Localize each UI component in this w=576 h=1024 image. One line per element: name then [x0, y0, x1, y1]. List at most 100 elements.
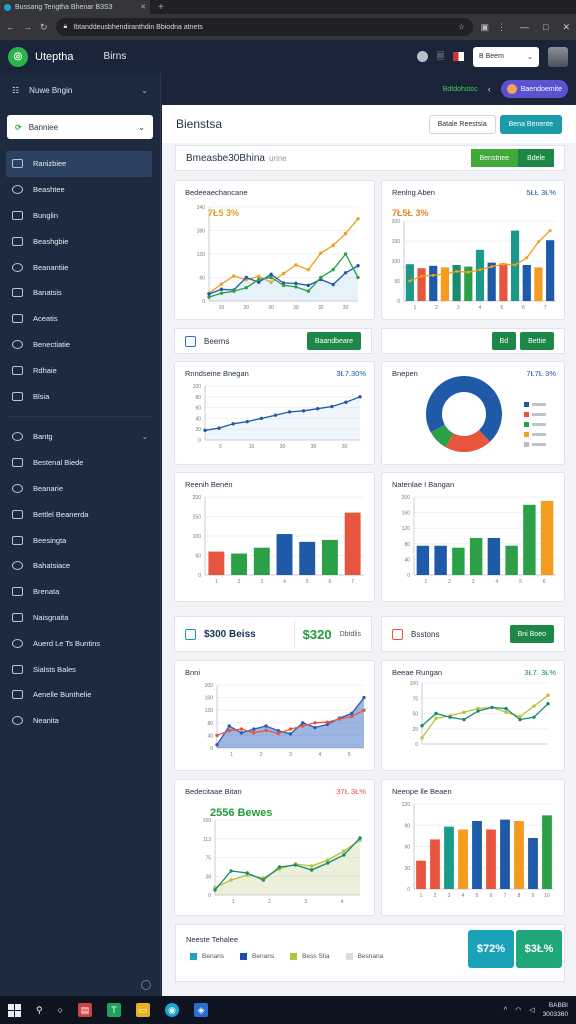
x-tick-label: 4 — [340, 899, 343, 905]
sidebar-item[interactable]: Blsia — [0, 383, 160, 409]
search-icon[interactable]: ⚲ — [36, 1005, 43, 1016]
data-point — [313, 725, 317, 730]
sidebar-item[interactable]: Beanantiie — [0, 254, 160, 280]
sidebar: ☷ Nuwe Bngin ⌄ ⟳ Banniee ⌄ Ranizbiee Beas… — [0, 73, 161, 996]
data-point — [231, 422, 235, 426]
back-arrow-icon[interactable]: ‹ — [488, 84, 491, 94]
page-title: Bienstsa — [176, 117, 223, 131]
reload-icon[interactable]: ↻ — [40, 22, 48, 33]
maximize-icon[interactable]: □ — [543, 22, 548, 32]
sidebar-item[interactable]: Brenata — [0, 579, 160, 605]
x-tick-label: 30 — [280, 444, 286, 450]
taskbar: ⚲ ○ ▤ T ▭ ◉ ◈ ^ ◠ ◁ BABBI 3003360 — [0, 996, 576, 1024]
top-link[interactable]: Bdtdohstoc — [443, 86, 478, 93]
data-point — [203, 428, 207, 432]
sidebar-section-header[interactable]: Bantg ⌄ — [0, 424, 160, 450]
kpi-tile-1[interactable]: $72% — [468, 930, 514, 968]
sidebar-item[interactable]: Beashtee — [0, 177, 160, 203]
sidebar-item[interactable]: Sialsts Bales — [0, 656, 160, 682]
data-point — [229, 878, 233, 882]
app-icon-2[interactable]: T — [107, 1003, 122, 1017]
data-point — [525, 256, 529, 260]
help-icon[interactable] — [141, 980, 151, 990]
tab-close-icon[interactable]: ✕ — [140, 3, 146, 11]
windows-start-icon[interactable] — [8, 1003, 21, 1017]
data-point — [434, 716, 438, 721]
data-point — [215, 733, 219, 738]
close-window-icon[interactable]: ✕ — [562, 22, 570, 33]
sidebar-item[interactable]: Bestenal Biede — [0, 450, 160, 476]
sidebar-item[interactable]: Benectiatie — [0, 332, 160, 358]
strip-button[interactable]: Bni Boeo — [509, 625, 554, 643]
chat-icon[interactable]: ○ — [58, 1005, 63, 1015]
bar — [430, 839, 440, 889]
segment-option-1[interactable]: Benstnee — [470, 149, 519, 167]
data-point — [259, 416, 264, 421]
y-tick-label: 160 — [402, 511, 411, 517]
data-point — [431, 273, 435, 277]
primary-button[interactable]: Bena Benente — [499, 114, 562, 134]
sidebar-item[interactable]: Auerd Le Ts Buntins — [0, 630, 160, 656]
sidebar-item-icon — [12, 664, 23, 674]
sidebar-item-icon — [12, 210, 23, 220]
sidebar-item[interactable]: Banatsis — [0, 280, 160, 306]
clock[interactable]: BABBI 3003360 — [543, 1001, 568, 1019]
sidebar-item[interactable]: Naisgnaita — [0, 605, 160, 631]
avatar[interactable] — [548, 46, 568, 67]
bar — [469, 537, 483, 575]
y-tick-label: 240 — [197, 205, 206, 211]
data-point — [227, 724, 231, 728]
sidebar-item[interactable]: Beashgbie — [0, 228, 160, 254]
folder-icon[interactable]: ▭ — [136, 1003, 151, 1017]
workspace-select[interactable]: ⟳ Banniee ⌄ — [7, 115, 153, 139]
header-select[interactable]: B Beem ⌄ — [473, 46, 539, 67]
sidebar-item[interactable]: Aenelle Bunthelie — [0, 682, 160, 708]
bar — [444, 826, 454, 889]
sidebar-item[interactable]: Aceatis — [0, 306, 160, 332]
browser-tab[interactable]: Bussang Tengtha Bhenar B3S3 ✕ — [0, 0, 150, 14]
sidebar-item[interactable]: Bahatsiace — [0, 553, 160, 579]
dashboard-icon[interactable]: 🗏︎ — [437, 49, 444, 65]
kpi-tile-2[interactable]: $3Ł% — [516, 930, 562, 968]
extension-icon[interactable]: ▣ — [481, 22, 490, 33]
data-point — [342, 853, 346, 857]
sidebar-item[interactable]: Bunglin — [0, 203, 160, 229]
sidebar-item[interactable]: Ranizbiee — [6, 151, 152, 177]
sidebar-header[interactable]: ☷ Nuwe Bngin ⌄ — [0, 73, 160, 107]
app-icon-1[interactable]: ▤ — [78, 1003, 93, 1017]
segment-option-2[interactable]: Bdele — [518, 149, 554, 167]
sidebar-item-label: Blsia — [33, 391, 50, 401]
chevron-up-icon[interactable]: ^ — [504, 1007, 507, 1014]
star-icon[interactable]: ☆ — [458, 23, 464, 31]
data-point — [490, 265, 494, 269]
sidebar-item[interactable]: Beanarie — [0, 476, 160, 502]
strip-button[interactable]: Bettie — [520, 332, 554, 350]
sidebar-item[interactable]: Neanita — [0, 708, 160, 734]
x-tick-label: 2 — [434, 893, 437, 899]
app-icon-3[interactable]: ◈ — [194, 1003, 209, 1017]
new-tab-icon[interactable]: + — [150, 2, 172, 13]
volume-icon[interactable]: ◁ — [529, 1006, 534, 1014]
data-point — [273, 413, 278, 417]
x-tick-label: 6 — [543, 579, 546, 585]
flag-icon[interactable] — [453, 52, 464, 61]
sidebar-item[interactable]: Beesingta — [0, 527, 160, 553]
user-chip-button[interactable]: Baendoemite — [500, 80, 568, 98]
strip-button[interactable]: Baandbeare — [306, 332, 361, 350]
forward-icon[interactable]: → — [23, 22, 32, 32]
bar — [452, 547, 465, 575]
data-point — [281, 271, 286, 276]
back-icon[interactable]: ← — [6, 22, 15, 32]
sidebar-item[interactable]: Rdhaie — [0, 357, 160, 383]
strip-icon-button[interactable]: Bd — [491, 332, 517, 350]
sidebar-item[interactable]: Bettlel Beanerda — [0, 501, 160, 527]
menu-icon[interactable]: ⋮ — [497, 22, 506, 33]
legend-item: Bess Stia — [290, 953, 330, 960]
address-bar[interactable]: 🔒︎ Ibtanddeusbhendiranthdin Bbiodna atne… — [55, 18, 473, 36]
secondary-button[interactable]: Batale Reestsia — [428, 114, 496, 134]
minimize-icon[interactable]: — — [520, 22, 529, 32]
browser-icon[interactable]: ◉ — [165, 1003, 180, 1017]
sidebar-item-label: Sialsts Bales — [33, 664, 76, 674]
wifi-icon[interactable]: ◠ — [515, 1006, 521, 1014]
notification-icon[interactable] — [416, 51, 428, 62]
